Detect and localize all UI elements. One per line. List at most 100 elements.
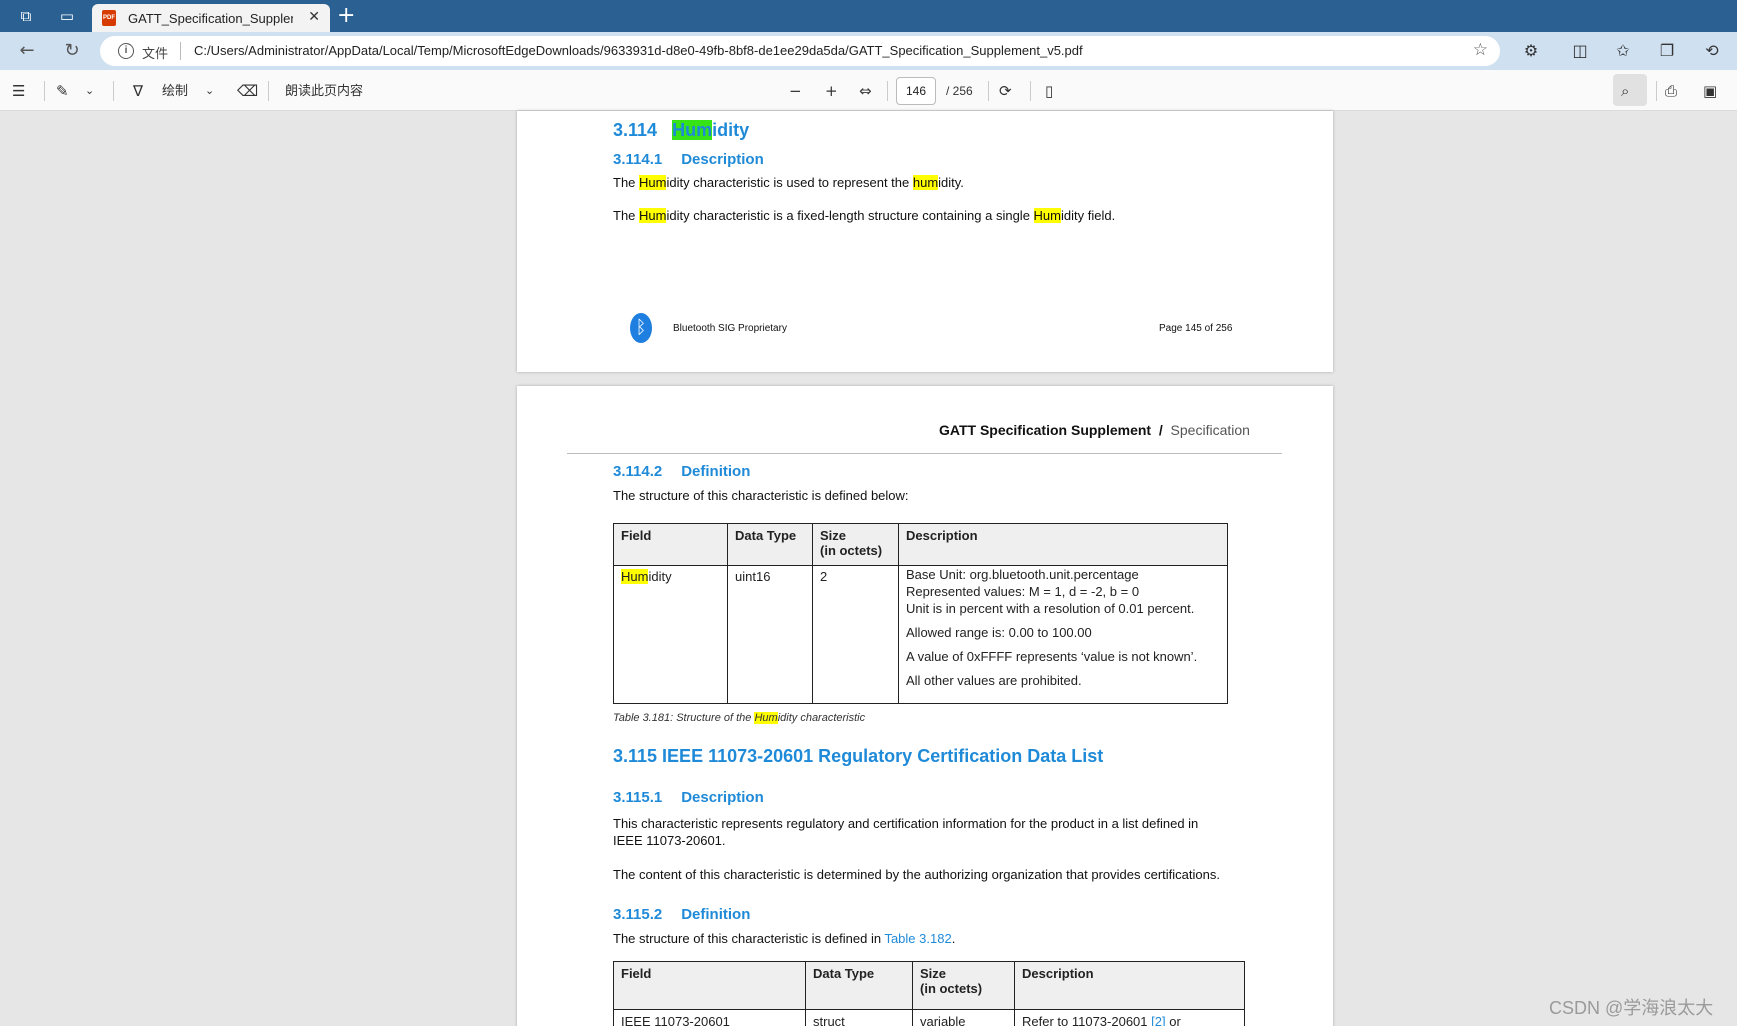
heading-3-114: 3.114 Humidity: [613, 120, 749, 141]
url-omnibox[interactable]: i 文件 C:/Users/Administrator/AppData/Loca…: [100, 36, 1500, 66]
divider: [44, 81, 45, 101]
eraser-icon[interactable]: ⌫: [237, 80, 258, 102]
rotate-icon[interactable]: ⟳: [999, 80, 1012, 102]
search-highlight: Hum: [754, 712, 778, 724]
close-icon[interactable]: ✕: [308, 9, 320, 25]
favorites-icon[interactable]: ✩: [1612, 40, 1634, 62]
heading-text: Description: [681, 151, 764, 168]
heading-number: 3.115.1: [613, 789, 663, 806]
text: Table 3.181: Structure of the: [613, 712, 755, 724]
print-icon[interactable]: ⎙: [1665, 80, 1677, 102]
text: idity characteristic is a fixed-length s…: [666, 208, 1034, 223]
extensions-icon[interactable]: ⚙: [1520, 40, 1542, 62]
table-header-row: Field Data Type Size (in octets) Descript…: [613, 961, 1245, 1010]
draw-label[interactable]: 绘制: [162, 80, 188, 102]
zoom-in-icon[interactable]: +: [825, 80, 838, 102]
header-section: Specification: [1170, 422, 1250, 438]
text: idity characteristic: [777, 712, 866, 724]
table-header: Description: [898, 523, 1228, 566]
table-link[interactable]: Table 3.182: [884, 931, 951, 946]
search-highlight: Hum: [621, 569, 649, 584]
header-rule: [567, 453, 1282, 454]
paragraph: The structure of this characteristic is …: [613, 931, 955, 946]
heading-number: 3.114.2: [613, 463, 663, 480]
workspaces-icon[interactable]: ⧉: [16, 6, 36, 26]
header-title: GATT Specification Supplement: [939, 422, 1152, 438]
draw-icon[interactable]: ∇: [133, 80, 143, 102]
url-scheme: 文件: [142, 46, 169, 61]
table-cell: Base Unit: org.bluetooth.unit.percentage…: [898, 565, 1228, 704]
divider: [887, 81, 888, 101]
history-icon[interactable]: ⟲: [1701, 40, 1723, 62]
favorite-star-icon[interactable]: ☆: [1473, 40, 1488, 60]
info-icon[interactable]: i: [118, 43, 134, 59]
heading-3-115-2: 3.115.2 Definition: [613, 906, 750, 923]
table-header: Field: [613, 961, 806, 1010]
table-header: Field: [613, 523, 728, 566]
text: All other values are prohibited.: [906, 673, 1082, 688]
table-cell: Refer to 11073-20601 [2] or: [1014, 1009, 1245, 1026]
fit-width-icon[interactable]: ⇔: [859, 80, 872, 102]
new-tab-icon[interactable]: +: [337, 3, 355, 28]
highlight-icon[interactable]: ✎: [56, 80, 69, 102]
table-cell: Humidity: [613, 565, 728, 704]
page-number-input[interactable]: 146: [896, 77, 936, 105]
divider: [1030, 81, 1031, 101]
heading-3-115-1: 3.115.1 Description: [613, 789, 764, 806]
paragraph: The Humidity characteristic is a fixed-l…: [613, 208, 1115, 223]
collections-icon[interactable]: ❐: [1656, 40, 1678, 62]
pdf-file-icon: PDF: [102, 10, 116, 26]
header-separator: /: [1158, 422, 1163, 438]
table-cell: uint16: [727, 565, 813, 704]
heading-text: Definition: [681, 463, 751, 480]
text: idity characteristic is used to represen…: [666, 175, 913, 190]
text: The: [613, 175, 640, 190]
heading-3-114-1: 3.114.1 Description: [613, 151, 764, 168]
table-row: Humidity uint16 2 Base Unit: org.bluetoo…: [613, 565, 1228, 704]
divider: [180, 42, 181, 60]
heading-number: 3.114.1: [613, 151, 663, 168]
watermark: CSDN @学海浪太大: [1549, 998, 1714, 1018]
text: This characteristic represents regulator…: [613, 816, 1199, 831]
bluetooth-icon: ᛒ: [630, 313, 652, 343]
text: idity field.: [1061, 208, 1116, 223]
chevron-down-icon[interactable]: ⌄: [205, 80, 214, 102]
read-aloud-button[interactable]: 朗读此页内容: [285, 80, 363, 102]
paragraph: The structure of this characteristic is …: [613, 488, 909, 503]
search-button[interactable]: [1613, 74, 1647, 106]
page-view-icon[interactable]: ▯: [1045, 80, 1053, 102]
heading-3-115: 3.115 IEEE 11073-20601 Regulatory Certif…: [613, 746, 1104, 766]
pdf-toolbar: ☰ ✎ ⌄ ∇ 绘制 ⌄ ⌫ 朗读此页内容 − + ⇔ 146 / 256 ⟳ …: [0, 70, 1737, 111]
table-cell: variable: [912, 1009, 1015, 1026]
text: Allowed range is: 0.00 to 100.00: [906, 625, 1092, 640]
search-highlight: Hum: [639, 208, 667, 223]
pdf-page-146: GATT Specification Supplement / Specific…: [517, 386, 1333, 1026]
table-header: Size (in octets): [812, 523, 899, 566]
tab-actions-icon[interactable]: ▭: [57, 6, 77, 26]
search-highlight: hum: [912, 175, 939, 190]
split-screen-icon[interactable]: ◫: [1569, 40, 1591, 62]
save-icon[interactable]: ▣: [1703, 80, 1717, 102]
text: Represented values: M = 1, d = -2, b = 0: [906, 584, 1140, 599]
pdf-page-145: 3.114 Humidity 3.114.1 Description The Hu…: [517, 111, 1333, 372]
table-header-row: Field Data Type Size (in octets) Descript…: [613, 523, 1228, 566]
reference-link[interactable]: [2]: [1151, 1014, 1165, 1026]
search-icon[interactable]: ⌕: [1621, 80, 1629, 102]
table-cell: struct: [805, 1009, 913, 1026]
table-header: Data Type: [727, 523, 813, 566]
url-text[interactable]: C:/Users/Administrator/AppData/Local/Tem…: [194, 43, 1083, 58]
back-icon[interactable]: ←: [15, 40, 39, 62]
table-header: Size (in octets): [912, 961, 1015, 1010]
zoom-out-icon[interactable]: −: [789, 80, 802, 102]
table-cell: IEEE 11073-20601: [613, 1009, 806, 1026]
header-line: (in octets): [820, 543, 883, 558]
tab-pdf[interactable]: PDF GATT_Specification_Supplement_ ✕: [92, 4, 330, 32]
contents-list-icon[interactable]: ☰: [12, 80, 25, 102]
divider: [1656, 81, 1657, 101]
heading-number: 3.115.2: [613, 906, 663, 923]
text: idity.: [938, 175, 964, 190]
refresh-icon[interactable]: ↻: [60, 40, 84, 62]
heading-text: Definition: [681, 906, 751, 923]
divider: [113, 81, 114, 101]
chevron-down-icon[interactable]: ⌄: [85, 80, 94, 102]
